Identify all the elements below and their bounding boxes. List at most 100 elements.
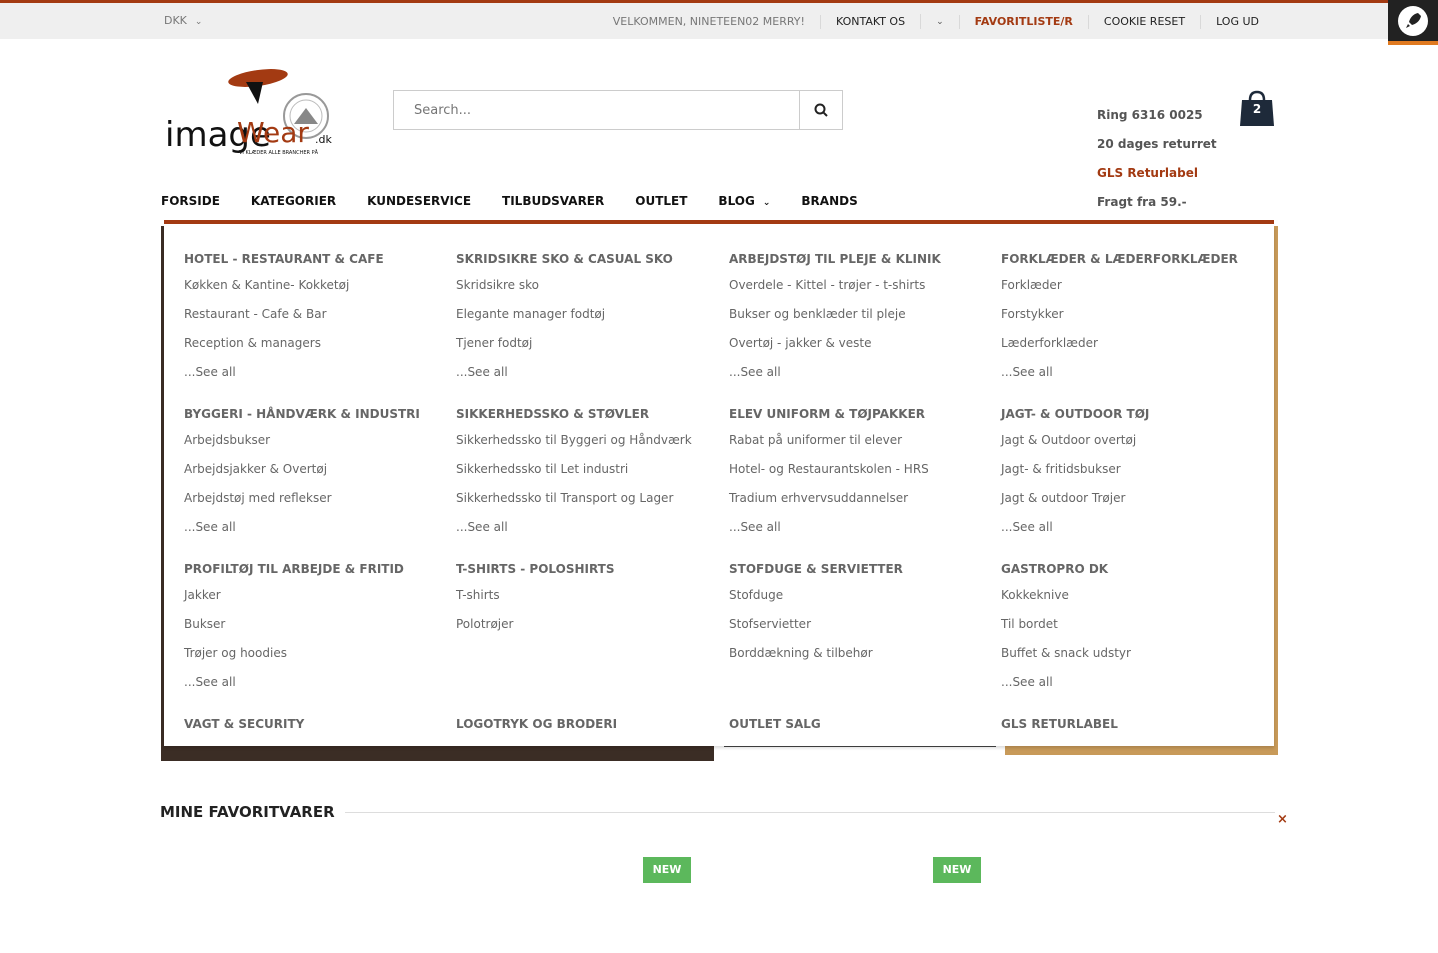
see-all-link[interactable]: ...See all <box>1001 365 1261 394</box>
mega-menu-link[interactable]: T-shirts <box>456 588 716 617</box>
mega-menu-link[interactable]: Tradium erhvervsuddannelser <box>729 491 989 520</box>
nav-item-tilbudsvarer[interactable]: TILBUDSVARER <box>502 194 604 208</box>
see-all-link[interactable]: ...See all <box>456 365 716 394</box>
see-all-link[interactable]: ...See all <box>729 520 989 549</box>
mega-menu-link[interactable]: Arbejdstøj med reflekser <box>184 491 444 520</box>
mega-menu-heading[interactable]: STOFDUGE & SERVIETTER <box>729 562 989 588</box>
rocket-button[interactable] <box>1388 0 1438 45</box>
mega-menu-heading[interactable]: PROFILTØJ TIL ARBEJDE & FRITID <box>184 562 444 588</box>
mega-menu-link[interactable]: Hotel- og Restaurantskolen - HRS <box>729 462 989 491</box>
mega-menu-link[interactable]: Forklæder <box>1001 278 1261 307</box>
see-all-link[interactable]: ...See all <box>1001 675 1261 704</box>
mega-menu-link[interactable]: Jagt & outdoor Trøjer <box>1001 491 1261 520</box>
mega-menu-link[interactable]: Rabat på uniformer til elever <box>729 433 989 462</box>
see-all-link[interactable]: ...See all <box>729 365 989 394</box>
mega-menu-heading[interactable]: JAGT- & OUTDOOR TØJ <box>1001 407 1261 433</box>
mega-menu-link[interactable]: Trøjer og hoodies <box>184 646 444 675</box>
new-badge: NEW <box>933 857 981 883</box>
mega-menu-link[interactable]: Læderforklæder <box>1001 336 1261 365</box>
favorites-link[interactable]: FAVORITLISTE/R <box>958 14 1088 29</box>
nav-item-brands[interactable]: BRANDS <box>801 194 857 208</box>
search-button[interactable] <box>799 91 842 129</box>
mega-menu-heading[interactable]: VAGT & SECURITY <box>184 717 444 743</box>
mega-menu-link[interactable]: Tjener fodtøj <box>456 336 716 365</box>
mega-menu-heading[interactable]: FORKLÆDER & LÆDERFORKLÆDER <box>1001 252 1261 278</box>
mega-menu-group: STOFDUGE & SERVIETTER Stofduge Stofserviet… <box>729 562 989 675</box>
mega-menu-link[interactable]: Skridsikre sko <box>456 278 716 307</box>
nav-item-blog[interactable]: BLOG ⌄ <box>718 194 770 208</box>
mega-menu-heading[interactable]: SIKKERHEDSSKO & STØVLER <box>456 407 716 433</box>
see-all-link[interactable]: ...See all <box>184 365 444 394</box>
new-badge: NEW <box>643 857 691 883</box>
mega-menu-heading[interactable]: BYGGERI - HÅNDVÆRK & INDUSTRI <box>184 407 444 433</box>
mega-menu-group: FORKLÆDER & LÆDERFORKLÆDER Forklæder Forst… <box>1001 252 1261 394</box>
cart-button[interactable]: 2 <box>1239 90 1275 128</box>
mega-menu-group: ELEV UNIFORM & TØJPAKKER Rabat på uniform… <box>729 407 989 549</box>
mega-menu-group: LOGOTRYK OG BRODERI <box>456 717 716 743</box>
contact-link[interactable]: KONTAKT OS <box>819 14 920 29</box>
mega-menu-link[interactable]: Forstykker <box>1001 307 1261 336</box>
mega-menu-link[interactable]: Kokkeknive <box>1001 588 1261 617</box>
mega-menu-group: ARBEJDSTØJ TIL PLEJE & KLINIK Overdele - … <box>729 252 989 394</box>
mega-menu-group: OUTLET SALG <box>729 717 989 743</box>
nav-item-kundeservice[interactable]: KUNDESERVICE <box>367 194 471 208</box>
nav-item-blog-label: BLOG <box>718 194 755 208</box>
mega-menu-link[interactable]: Arbejdsjakker & Overtøj <box>184 462 444 491</box>
top-bar: DKK ⌄ VELKOMMEN, NINETEEN02 MERRY! KONTAK… <box>0 0 1438 39</box>
mega-menu-heading[interactable]: HOTEL - RESTAURANT & CAFE <box>184 252 444 278</box>
search-bar <box>393 90 843 130</box>
mega-menu-heading[interactable]: LOGOTRYK OG BRODERI <box>456 717 716 743</box>
phone-info: Ring 6316 0025 <box>1097 108 1203 122</box>
currency-selector[interactable]: DKK ⌄ <box>164 14 202 27</box>
mega-menu-link[interactable]: Overdele - Kittel - trøjer - t-shirts <box>729 278 989 307</box>
account-dropdown[interactable]: ⌄ <box>920 14 959 29</box>
mega-menu-link[interactable]: Buffet & snack udstyr <box>1001 646 1261 675</box>
mega-menu-link[interactable]: Jagt & Outdoor overtøj <box>1001 433 1261 462</box>
logo-tld: .dk <box>315 133 332 146</box>
cart-count: 2 <box>1252 102 1262 116</box>
mega-menu-link[interactable]: Sikkerhedssko til Byggeri og Håndværk <box>456 433 716 462</box>
mega-menu-heading[interactable]: SKRIDSIKRE SKO & CASUAL SKO <box>456 252 716 278</box>
mega-menu-link[interactable]: Jagt- & fritidsbukser <box>1001 462 1261 491</box>
mega-menu-link[interactable]: Restaurant - Cafe & Bar <box>184 307 444 336</box>
mega-menu-heading[interactable]: GASTROPRO DK <box>1001 562 1261 588</box>
mega-menu-link[interactable]: Arbejdsbukser <box>184 433 444 462</box>
chevron-down-icon: ⌄ <box>762 198 771 208</box>
mega-menu-link[interactable]: Bukser <box>184 617 444 646</box>
mega-menu-link[interactable]: Sikkerhedssko til Transport og Lager <box>456 491 716 520</box>
mega-menu-link[interactable]: Stofservietter <box>729 617 989 646</box>
mega-menu-heading[interactable]: GLS RETURLABEL <box>1001 717 1261 743</box>
mega-menu-link[interactable]: Bukser og benklæder til pleje <box>729 307 989 336</box>
gls-link[interactable]: GLS Returlabel <box>1097 164 1217 193</box>
nav-item-outlet[interactable]: OUTLET <box>635 194 687 208</box>
site-logo[interactable]: image Wear .dk VI KLÆDER ALLE BRANCHER P… <box>163 64 338 159</box>
mega-menu-link[interactable]: Elegante manager fodtøj <box>456 307 716 336</box>
see-all-link[interactable]: ...See all <box>1001 520 1261 549</box>
nav-item-kategorier[interactable]: KATEGORIER <box>251 194 336 208</box>
mega-menu-link[interactable]: Jakker <box>184 588 444 617</box>
mega-menu-heading[interactable]: T-SHIRTS - POLOSHIRTS <box>456 562 716 588</box>
see-all-link[interactable]: ...See all <box>184 520 444 549</box>
see-all-link[interactable]: ...See all <box>456 520 716 549</box>
mega-menu-link[interactable]: Reception & managers <box>184 336 444 365</box>
cookie-reset-link[interactable]: COOKIE RESET <box>1087 14 1200 29</box>
mega-menu-link[interactable]: Til bordet <box>1001 617 1261 646</box>
mega-menu-link[interactable]: Køkken & Kantine- Kokketøj <box>184 278 444 307</box>
search-input[interactable] <box>394 91 799 129</box>
mega-menu-heading[interactable]: OUTLET SALG <box>729 717 989 743</box>
mega-menu-link[interactable]: Sikkerhedssko til Let industri <box>456 462 716 491</box>
mega-menu-link[interactable]: Overtøj - jakker & veste <box>729 336 989 365</box>
mega-menu-group: GASTROPRO DK Kokkeknive Til bordet Buffet &… <box>1001 562 1261 704</box>
nav-item-forside[interactable]: FORSIDE <box>161 194 220 208</box>
mega-menu-group: JAGT- & OUTDOOR TØJ Jagt & Outdoor overtø… <box>1001 407 1261 549</box>
top-links: VELKOMMEN, NINETEEN02 MERRY! KONTAKT OS … <box>598 14 1274 29</box>
logout-link[interactable]: LOG UD <box>1200 14 1274 29</box>
mega-menu-link[interactable]: Polotrøjer <box>456 617 716 646</box>
mega-menu-link[interactable]: Stofduge <box>729 588 989 617</box>
close-icon[interactable]: × <box>1277 812 1288 827</box>
mega-menu-group: SIKKERHEDSSKO & STØVLER Sikkerhedssko til… <box>456 407 716 549</box>
mega-menu-heading[interactable]: ARBEJDSTØJ TIL PLEJE & KLINIK <box>729 252 989 278</box>
mega-menu-link[interactable]: Borddækning & tilbehør <box>729 646 989 675</box>
see-all-link[interactable]: ...See all <box>184 675 444 704</box>
mega-menu-heading[interactable]: ELEV UNIFORM & TØJPAKKER <box>729 407 989 433</box>
